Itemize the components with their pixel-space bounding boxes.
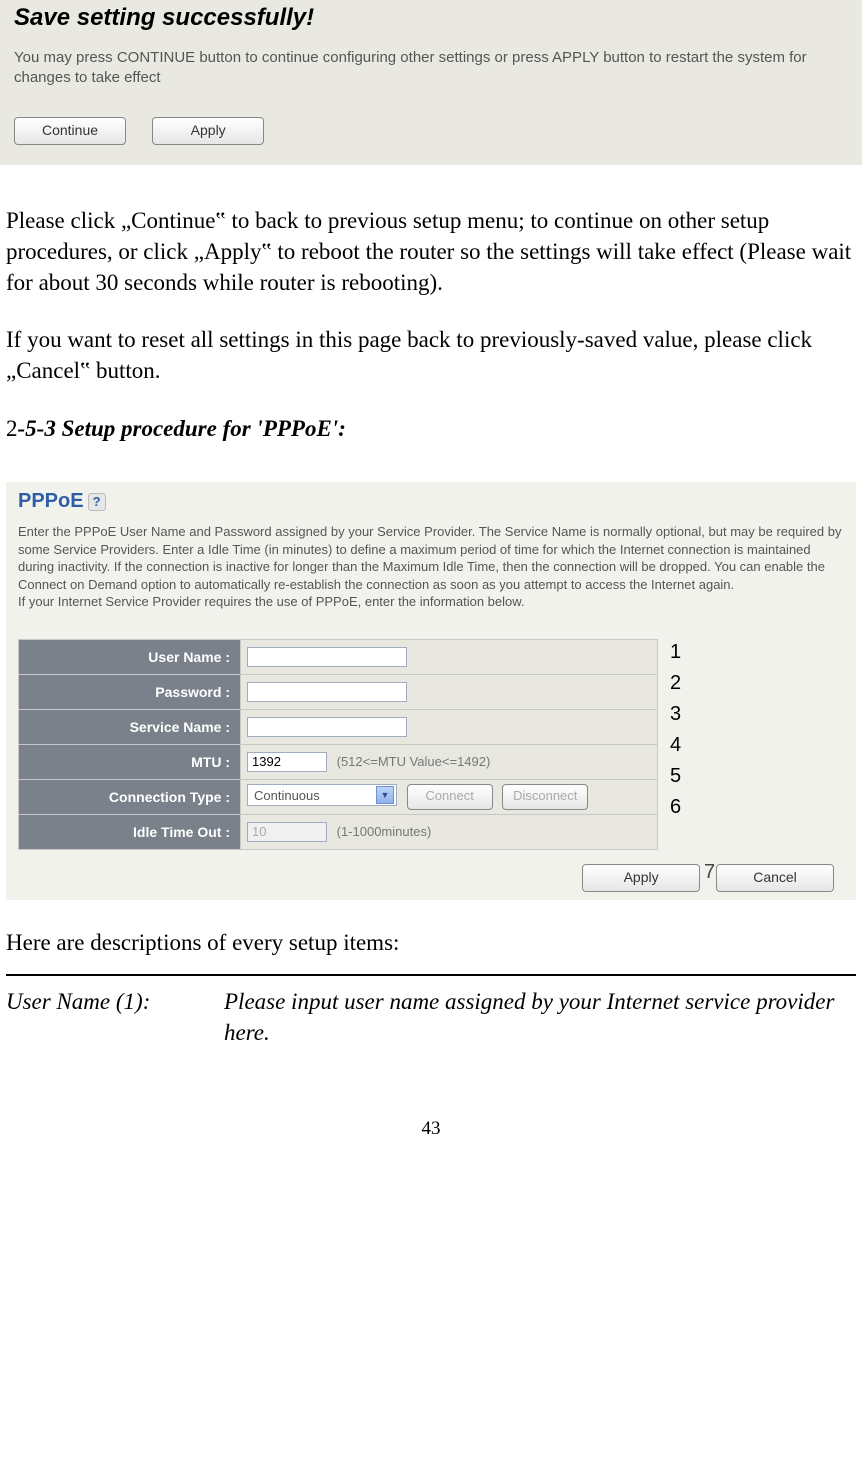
save-success-subtitle: You may press CONTINUE button to continu…: [14, 48, 848, 87]
description-text: Please input user name assigned by your …: [224, 986, 856, 1048]
pppoe-cancel-button[interactable]: Cancel: [716, 864, 834, 892]
idle-timeout-input[interactable]: [247, 822, 327, 842]
username-input[interactable]: [247, 647, 407, 667]
table-row: User Name :: [19, 639, 658, 674]
annotation-6: 6: [670, 792, 681, 823]
connection-type-value: Continuous: [254, 788, 320, 803]
help-icon[interactable]: ?: [88, 493, 106, 511]
page-number: 43: [0, 1118, 862, 1140]
description-row: User Name (1): Please input user name as…: [0, 986, 862, 1048]
pppoe-description: Enter the PPPoE User Name and Password a…: [18, 523, 844, 611]
paragraph-1: Please click „Continue‟ to back to previ…: [0, 205, 862, 298]
save-success-panel: Save setting successfully! You may press…: [0, 0, 862, 165]
pppoe-title-row: PPPoE ?: [18, 490, 844, 513]
save-success-title: Save setting successfully!: [14, 4, 848, 32]
pppoe-bottom-buttons: Apply Cancel: [18, 850, 844, 896]
pppoe-form-table: User Name : Password : Service Name : MT…: [18, 639, 658, 850]
table-row: Service Name :: [19, 709, 658, 744]
description-term: User Name (1):: [6, 986, 224, 1048]
descriptions-intro: Here are descriptions of every setup ite…: [0, 930, 862, 956]
annotation-4: 4: [670, 730, 681, 761]
paragraph-2: If you want to reset all settings in thi…: [0, 324, 862, 386]
mtu-label: MTU :: [19, 744, 241, 779]
service-name-input[interactable]: [247, 717, 407, 737]
table-row: MTU : (512<=MTU Value<=1492): [19, 744, 658, 779]
annotation-3: 3: [670, 699, 681, 730]
table-row: Connection Type : Continuous ▼ Connect D…: [19, 779, 658, 814]
mtu-input[interactable]: [247, 752, 327, 772]
continue-button[interactable]: Continue: [14, 117, 126, 145]
annotation-2: 2: [670, 668, 681, 699]
annotation-column: 1 2 3 4 5 6: [670, 637, 681, 823]
password-label: Password :: [19, 674, 241, 709]
heading-rest: -5-3 Setup procedure for 'PPPoE':: [18, 416, 346, 441]
heading-num: 2: [6, 416, 18, 441]
apply-button[interactable]: Apply: [152, 117, 264, 145]
pppoe-form-area: User Name : Password : Service Name : MT…: [18, 639, 844, 896]
table-row: Idle Time Out : (1-1000minutes): [19, 814, 658, 849]
annotation-5: 5: [670, 761, 681, 792]
password-input[interactable]: [247, 682, 407, 702]
idle-timeout-hint: (1-1000minutes): [337, 824, 432, 839]
service-name-label: Service Name :: [19, 709, 241, 744]
pppoe-title-text: PPPoE: [18, 490, 84, 513]
section-heading: 2-5-3 Setup procedure for 'PPPoE':: [0, 416, 862, 442]
username-label: User Name :: [19, 639, 241, 674]
idle-timeout-label: Idle Time Out :: [19, 814, 241, 849]
annotation-1: 1: [670, 637, 681, 668]
connect-button[interactable]: Connect: [407, 784, 493, 810]
connection-type-select[interactable]: Continuous ▼: [247, 784, 397, 806]
pppoe-apply-button[interactable]: Apply: [582, 864, 700, 892]
annotation-7: 7: [704, 861, 715, 884]
pppoe-panel: PPPoE ? Enter the PPPoE User Name and Pa…: [6, 482, 856, 900]
horizontal-rule: [6, 974, 856, 976]
disconnect-button[interactable]: Disconnect: [502, 784, 588, 810]
table-row: Password :: [19, 674, 658, 709]
connection-type-label: Connection Type :: [19, 779, 241, 814]
chevron-down-icon: ▼: [376, 786, 394, 804]
mtu-hint: (512<=MTU Value<=1492): [337, 754, 491, 769]
